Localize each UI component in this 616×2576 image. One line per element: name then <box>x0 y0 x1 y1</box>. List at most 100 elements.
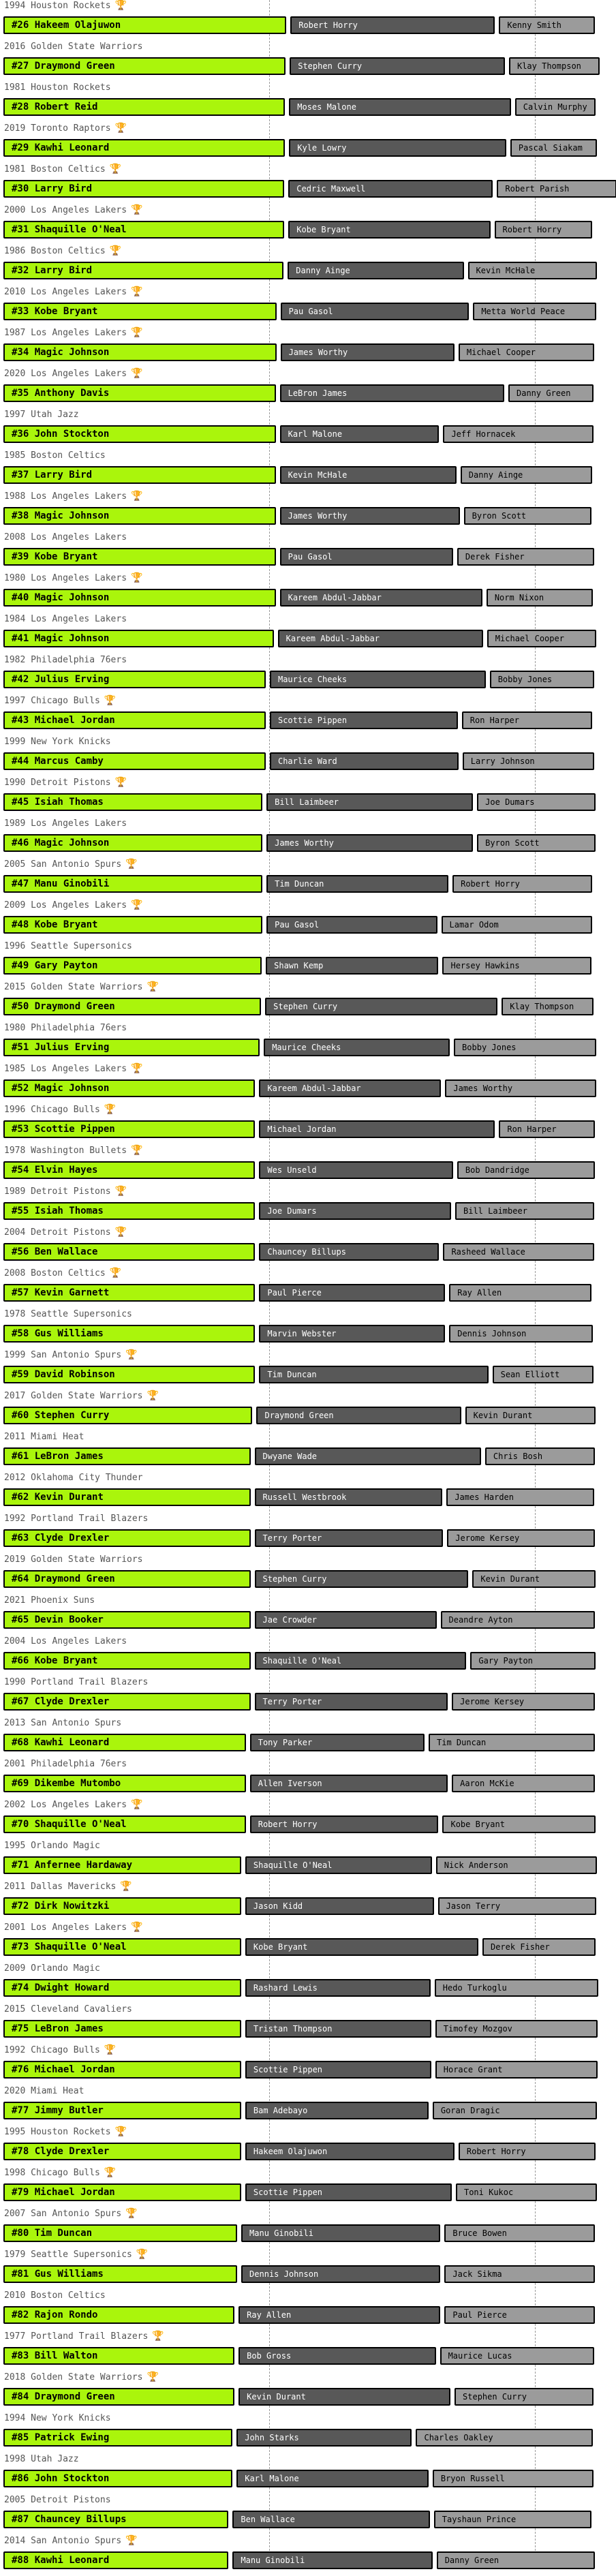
player-bar: #43 Michael Jordan <box>3 711 266 729</box>
player-name: Kobe Bryant <box>253 1942 308 1952</box>
player-bar: Joe Dumars <box>259 1202 451 1220</box>
team-label: 2001 Los Angeles Lakers 🏆 <box>4 1922 142 1933</box>
player-bar: #54 Elvin Hayes <box>3 1161 256 1179</box>
team-row: 1990 Detroit Pistons 🏆 #45 Isiah Thomas Bil… <box>0 777 616 818</box>
player-name: Bobby Jones <box>462 1043 517 1052</box>
season-year: 1980 <box>4 573 26 583</box>
team-row: 1986 Boston Celtics 🏆 #32 Larry Bird Danny … <box>0 245 616 286</box>
team-name: Cleveland Cavaliers <box>25 2004 132 2014</box>
team-row: 2019 Toronto Raptors 🏆 #29 Kawhi Leonard Ky… <box>0 123 616 164</box>
team-name: Los Angeles Lakers <box>25 614 127 624</box>
team-name: Los Angeles Lakers <box>25 328 127 338</box>
player-name: Jeff Hornacek <box>451 429 516 439</box>
player-bar: Stephen Curry <box>265 998 498 1015</box>
season-year: 1995 <box>4 2127 26 2137</box>
team-row: 2013 San Antonio Spurs #68 Kawhi Leonard T… <box>0 1717 616 1758</box>
player-bar: #39 Kobe Bryant <box>3 548 276 566</box>
team-label: 2005 Detroit Pistons <box>4 2494 111 2506</box>
trophy-icon: 🏆 <box>131 327 143 338</box>
player-bar: Charlie Ward <box>269 752 459 770</box>
player-bar: Joe Dumars <box>477 793 596 811</box>
player-bar: Scottie Pippen <box>269 711 458 729</box>
player-name: Terry Porter <box>262 1533 322 1543</box>
team-label: 2015 Cleveland Cavaliers <box>4 2004 132 2015</box>
player-bar: Bill Laimbeer <box>455 1202 594 1220</box>
trophy-icon: 🏆 <box>104 1104 117 1115</box>
player-name: Kobe Bryant <box>34 919 98 930</box>
player-bar: Kevin Durant <box>465 1407 596 1424</box>
player-name: Draymond Green <box>34 1574 115 1584</box>
player-bar: #83 Bill Walton <box>3 2347 235 2365</box>
team-row: 2005 Detroit Pistons #87 Chauncey Billups… <box>0 2494 616 2535</box>
season-year: 1978 <box>4 1309 26 1319</box>
player-name: Gary Payton <box>478 1656 533 1666</box>
player-bar: Maurice Cheeks <box>264 1039 450 1056</box>
rank-label: #48 <box>12 919 35 930</box>
player-name: Rashard Lewis <box>253 1983 318 1993</box>
team-row: 1999 San Antonio Spurs 🏆 #59 David Robinso… <box>0 1349 616 1390</box>
team-name: Orlando Magic <box>25 1963 100 1974</box>
player-bar: #26 Hakeem Olajuwon <box>3 16 287 34</box>
player-bar: Kenny Smith <box>499 16 595 34</box>
player-name: Hakeem Olajuwon <box>34 20 121 31</box>
player-name: James Worthy <box>453 1084 513 1093</box>
rank-label: #85 <box>12 2432 35 2443</box>
player-name: Clyde Drexler <box>34 2146 110 2157</box>
season-year: 2011 <box>4 1432 26 1442</box>
player-name: Hakeem Olajuwon <box>253 2147 328 2156</box>
team-label: 1985 Los Angeles Lakers 🏆 <box>4 1063 142 1075</box>
team-row: 1998 Chicago Bulls 🏆 #79 Michael Jordan Sco… <box>0 2167 616 2208</box>
player-bar: James Worthy <box>445 1079 596 1097</box>
season-year: 2008 <box>4 532 26 542</box>
team-row: 1980 Philadelphia 76ers #51 Julius Erving… <box>0 1022 616 1063</box>
player-name: Karl Malone <box>288 429 343 439</box>
team-label: 2009 Los Angeles Lakers 🏆 <box>4 900 142 911</box>
player-bar: #74 Dwight Howard <box>3 1979 241 1997</box>
season-year: 1989 <box>4 1186 26 1197</box>
team-row: 1995 Orlando Magic #71 Anfernee Hardaway S… <box>0 1840 616 1881</box>
team-label: 2010 Boston Celtics <box>4 2290 106 2301</box>
player-bar: #85 Patrick Ewing <box>3 2429 233 2447</box>
player-name: Maurice Cheeks <box>272 1043 341 1052</box>
team-label: 2008 Los Angeles Lakers <box>4 532 127 543</box>
team-row: 2014 San Antonio Spurs 🏆 #88 Kawhi Leonard… <box>0 2535 616 2576</box>
season-year: 1978 <box>4 1146 26 1156</box>
player-name: Ben Wallace <box>241 2515 295 2524</box>
player-bar: Paul Pierce <box>259 1284 446 1302</box>
player-name: Byron Scott <box>472 511 527 521</box>
team-name: Los Angeles Lakers <box>25 1922 127 1933</box>
player-bar: Chauncey Billups <box>259 1243 440 1261</box>
season-year: 2000 <box>4 205 26 215</box>
player-name: Jimmy Butler <box>34 2105 104 2116</box>
player-name: LeBron James <box>288 388 348 398</box>
player-bar: Shaquille O'Neal <box>254 1652 467 1670</box>
team-name: New York Knicks <box>25 2413 111 2423</box>
player-name: Pau Gasol <box>288 307 333 316</box>
team-name: Philadelphia 76ers <box>25 1023 127 1033</box>
rank-label: #40 <box>12 592 35 603</box>
player-name: Klay Thompson <box>510 1002 574 1011</box>
season-year: 2009 <box>4 900 26 910</box>
season-year: 1988 <box>4 491 26 502</box>
team-label: 2021 Phoenix Suns <box>4 1595 95 1606</box>
team-name: Los Angeles Lakers <box>25 1800 127 1810</box>
player-bar: #62 Kevin Durant <box>3 1488 251 1506</box>
player-bar: #69 Dikembe Mutombo <box>3 1775 246 1792</box>
player-name: Jerome Kersey <box>455 1533 520 1543</box>
player-name: Maurice Lucas <box>448 2351 512 2361</box>
player-bar: Klay Thompson <box>502 998 594 1015</box>
player-name: Metta World Peace <box>481 307 566 316</box>
team-label: 1978 Seattle Supersonics <box>4 1308 132 1320</box>
player-bar: Jeff Hornacek <box>443 425 594 443</box>
player-name: Robert Parish <box>505 184 570 194</box>
player-bar: #59 David Robinson <box>3 1366 256 1383</box>
team-name: Los Angeles Lakers <box>25 287 127 297</box>
team-row: 1997 Chicago Bulls 🏆 #43 Michael Jordan Sco… <box>0 695 616 736</box>
player-bar: #42 Julius Erving <box>3 671 266 688</box>
team-name: Portland Trail Blazers <box>25 1514 149 1524</box>
player-name: Kevin Garnett <box>34 1287 110 1298</box>
team-row: 2008 Los Angeles Lakers #39 Kobe Bryant Pa… <box>0 532 616 572</box>
player-name: Tim Duncan <box>275 879 324 889</box>
trophy-icon: 🏆 <box>131 572 143 583</box>
team-label: 1977 Portland Trail Blazers 🏆 <box>4 2331 164 2342</box>
